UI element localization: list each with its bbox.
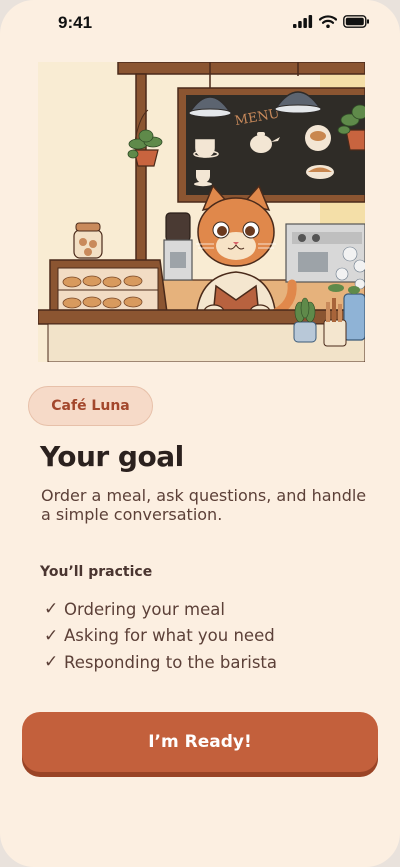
check-icon: ✓ bbox=[44, 652, 59, 673]
ceiling-beam bbox=[117, 62, 365, 75]
cellular-signal-icon bbox=[293, 15, 313, 28]
practice-item: ✓ Responding to the barista bbox=[44, 649, 277, 676]
wifi-icon bbox=[319, 15, 337, 28]
battery-icon bbox=[343, 15, 369, 28]
menu-small-cup-icon bbox=[194, 170, 212, 187]
practice-heading: You’ll practice bbox=[40, 564, 153, 580]
practice-item-label: Asking for what you need bbox=[64, 626, 275, 646]
coffee-grinder bbox=[163, 212, 193, 281]
status-bar: 9:41 bbox=[0, 0, 400, 48]
goal-description: Order a meal, ask questions, and handle … bbox=[41, 486, 367, 524]
practice-item: ✓ Ordering your meal bbox=[44, 596, 277, 623]
goal-title: Your goal bbox=[40, 440, 184, 473]
app-screen: 9:41 MENU Café Luna Your goal Order a me… bbox=[0, 0, 400, 867]
check-icon: ✓ bbox=[44, 625, 59, 646]
cafe-illustration: MENU bbox=[38, 62, 365, 362]
status-time: 9:41 bbox=[58, 13, 93, 32]
cookie-jar bbox=[73, 222, 103, 259]
practice-list: ✓ Ordering your meal ✓ Asking for what y… bbox=[44, 596, 277, 676]
cafe-name-badge: Café Luna bbox=[28, 386, 153, 426]
practice-item-label: Ordering your meal bbox=[64, 599, 225, 619]
ready-button[interactable]: I’m Ready! bbox=[22, 712, 378, 772]
practice-item-label: Responding to the barista bbox=[64, 652, 277, 672]
front-counter bbox=[38, 309, 365, 325]
check-icon: ✓ bbox=[44, 599, 59, 620]
practice-item: ✓ Asking for what you need bbox=[44, 623, 277, 650]
hanging-plant-right-pot bbox=[345, 129, 365, 151]
